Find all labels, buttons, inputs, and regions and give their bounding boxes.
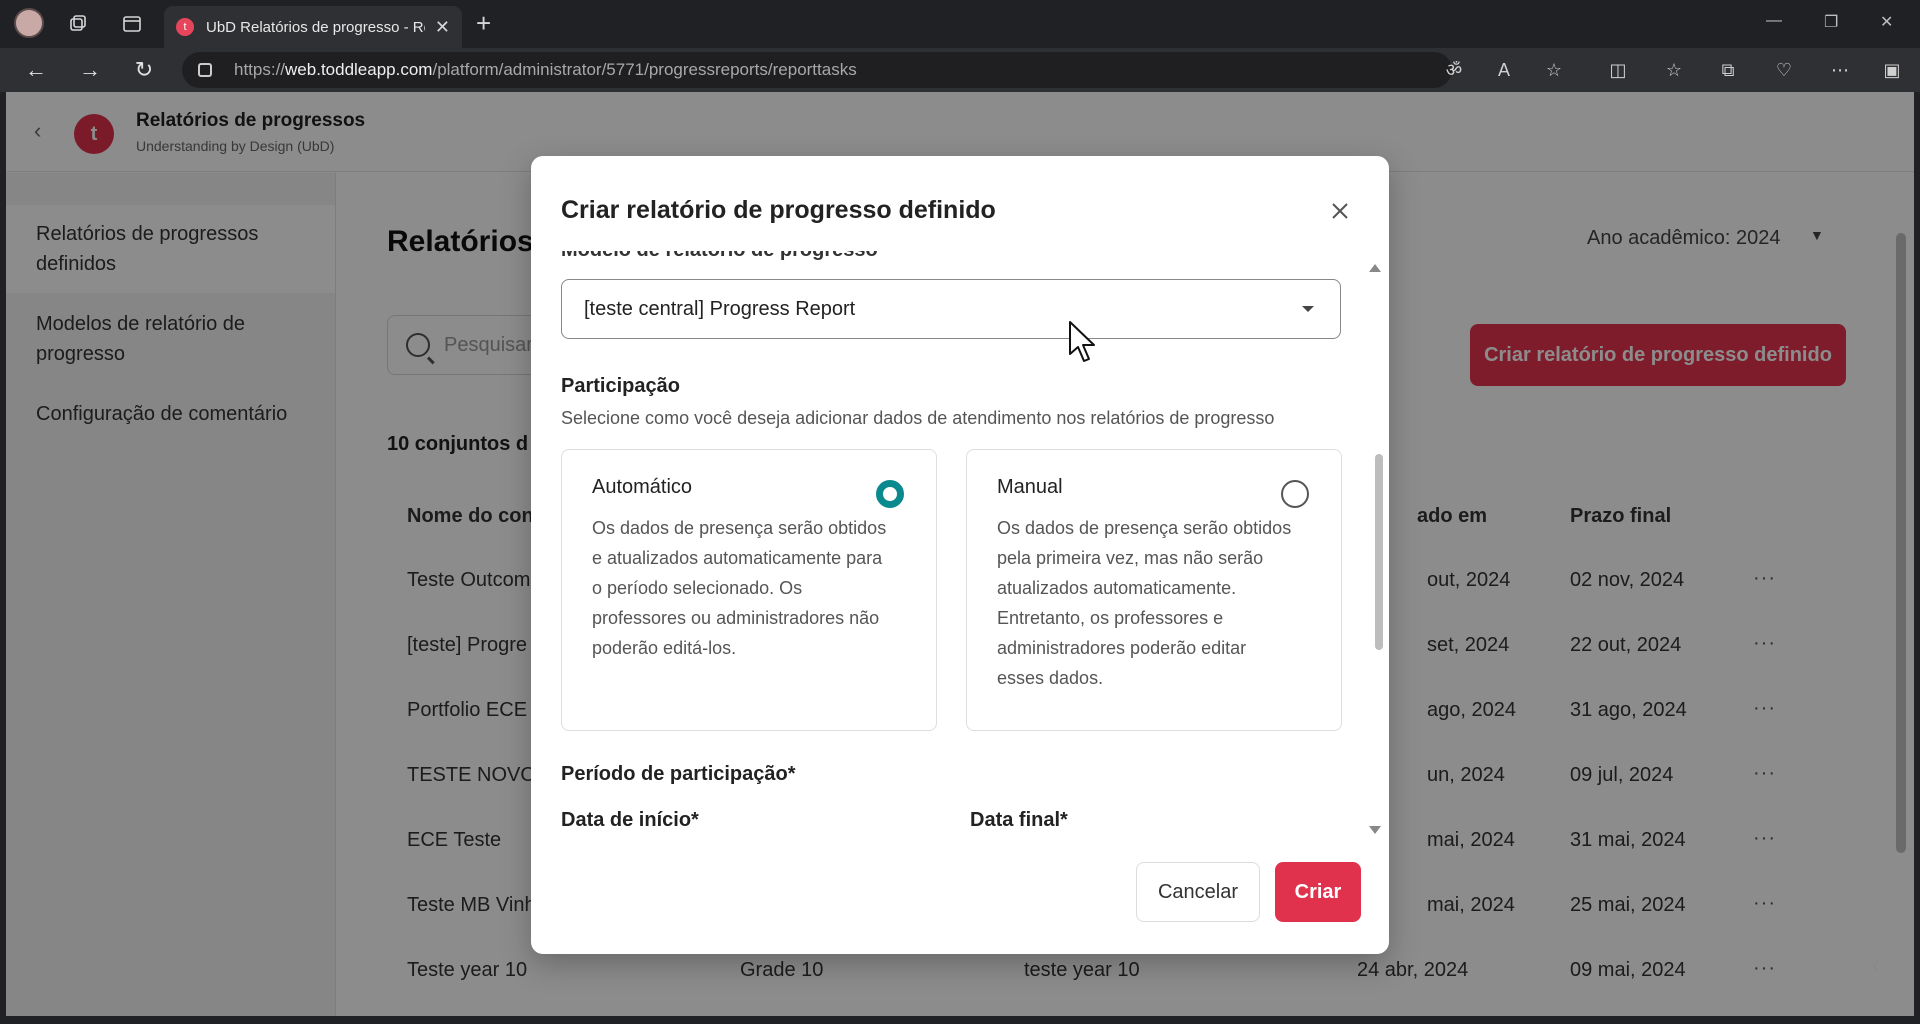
health-icon[interactable]: ♡ [1770, 58, 1798, 82]
tab-title: UbD Relatórios de progresso - Re [206, 18, 425, 36]
forward-icon[interactable]: → [74, 56, 106, 84]
close-tab-icon[interactable]: ✕ [435, 17, 450, 38]
active-browser-tab[interactable]: t UbD Relatórios de progresso - Re ✕ [164, 6, 462, 48]
lock-icon[interactable] [198, 63, 212, 77]
option-description: Os dados de presença serão obtidos pela … [997, 518, 1292, 688]
radio-automatic[interactable] [876, 480, 904, 508]
attendance-period-title: Período de participação* [561, 763, 796, 785]
new-tab-icon[interactable]: + [476, 10, 491, 36]
minimize-icon[interactable]: — [1766, 12, 1782, 30]
browser-tab-bar: t UbD Relatórios de progresso - Re ✕ + —… [0, 0, 1920, 48]
mouse-cursor-icon [1069, 321, 1095, 362]
option-title: Manual [997, 476, 1063, 498]
reload-icon[interactable]: ↻ [128, 56, 160, 84]
option-description: Os dados de presença serão obtidos e atu… [592, 518, 887, 658]
create-button[interactable]: Criar [1275, 862, 1361, 922]
browser-toolbar: ← → ↻ https://web.toddleapp.com/platform… [0, 48, 1920, 92]
start-date-label: Data de início* [561, 809, 699, 831]
favorite-star-icon[interactable]: ☆ [1540, 58, 1568, 82]
dialog-scrollbar[interactable] [1375, 454, 1383, 650]
collections-icon[interactable]: ⧉ [1714, 58, 1742, 82]
dialog-title: Criar relatório de progresso definido [561, 196, 996, 224]
template-select-value: [teste central] Progress Report [584, 297, 856, 320]
restore-icon[interactable]: ❐ [1824, 12, 1838, 32]
chevron-down-icon [1302, 306, 1314, 312]
participation-title: Participação [561, 375, 680, 397]
close-icon[interactable] [1323, 194, 1357, 228]
workspaces-icon[interactable] [62, 10, 94, 38]
scroll-up-icon[interactable] [1369, 264, 1381, 272]
toddle-favicon-icon: t [176, 18, 194, 36]
scroll-down-icon[interactable] [1369, 826, 1381, 834]
address-bar[interactable]: https://web.toddleapp.com/platform/admin… [182, 52, 1452, 88]
vertical-tabs-icon[interactable] [116, 10, 148, 38]
dialog-body: Modelo de relatório de progresso [teste … [531, 251, 1389, 846]
radio-manual[interactable] [1281, 480, 1309, 508]
option-card-manual[interactable]: Manual Os dados de presença serão obtido… [966, 449, 1342, 731]
end-date-label: Data final* [970, 809, 1068, 831]
more-options-icon[interactable]: ⋯ [1826, 58, 1854, 82]
dialog-footer: Cancelar Criar [531, 862, 1389, 954]
participation-description: Selecione como você deseja adicionar dad… [561, 408, 1275, 428]
chevron-left-icon[interactable]: ‹ [1872, 952, 1879, 978]
option-title: Automático [592, 476, 693, 498]
sidebar-toggle-icon[interactable]: ▣ [1878, 58, 1906, 82]
profile-avatar[interactable] [14, 8, 44, 38]
template-select[interactable]: [teste central] Progress Report [561, 279, 1341, 339]
read-aloud-icon[interactable]: A [1490, 58, 1518, 82]
favorites-icon[interactable]: ☆ [1660, 58, 1688, 82]
cancel-button[interactable]: Cancelar [1136, 862, 1260, 922]
back-icon[interactable]: ← [20, 56, 52, 84]
create-report-dialog: Criar relatório de progresso definido Mo… [531, 156, 1389, 954]
template-field-label: Modelo de relatório de progresso [561, 251, 878, 262]
option-card-automatic[interactable]: Automático Os dados de presença serão ob… [561, 449, 937, 731]
split-screen-icon[interactable]: ◫ [1604, 58, 1632, 82]
translate-icon[interactable]: ॐ [1440, 58, 1468, 82]
url-text: https://web.toddleapp.com/platform/admin… [234, 60, 857, 79]
window-close-icon[interactable]: ✕ [1880, 12, 1893, 32]
